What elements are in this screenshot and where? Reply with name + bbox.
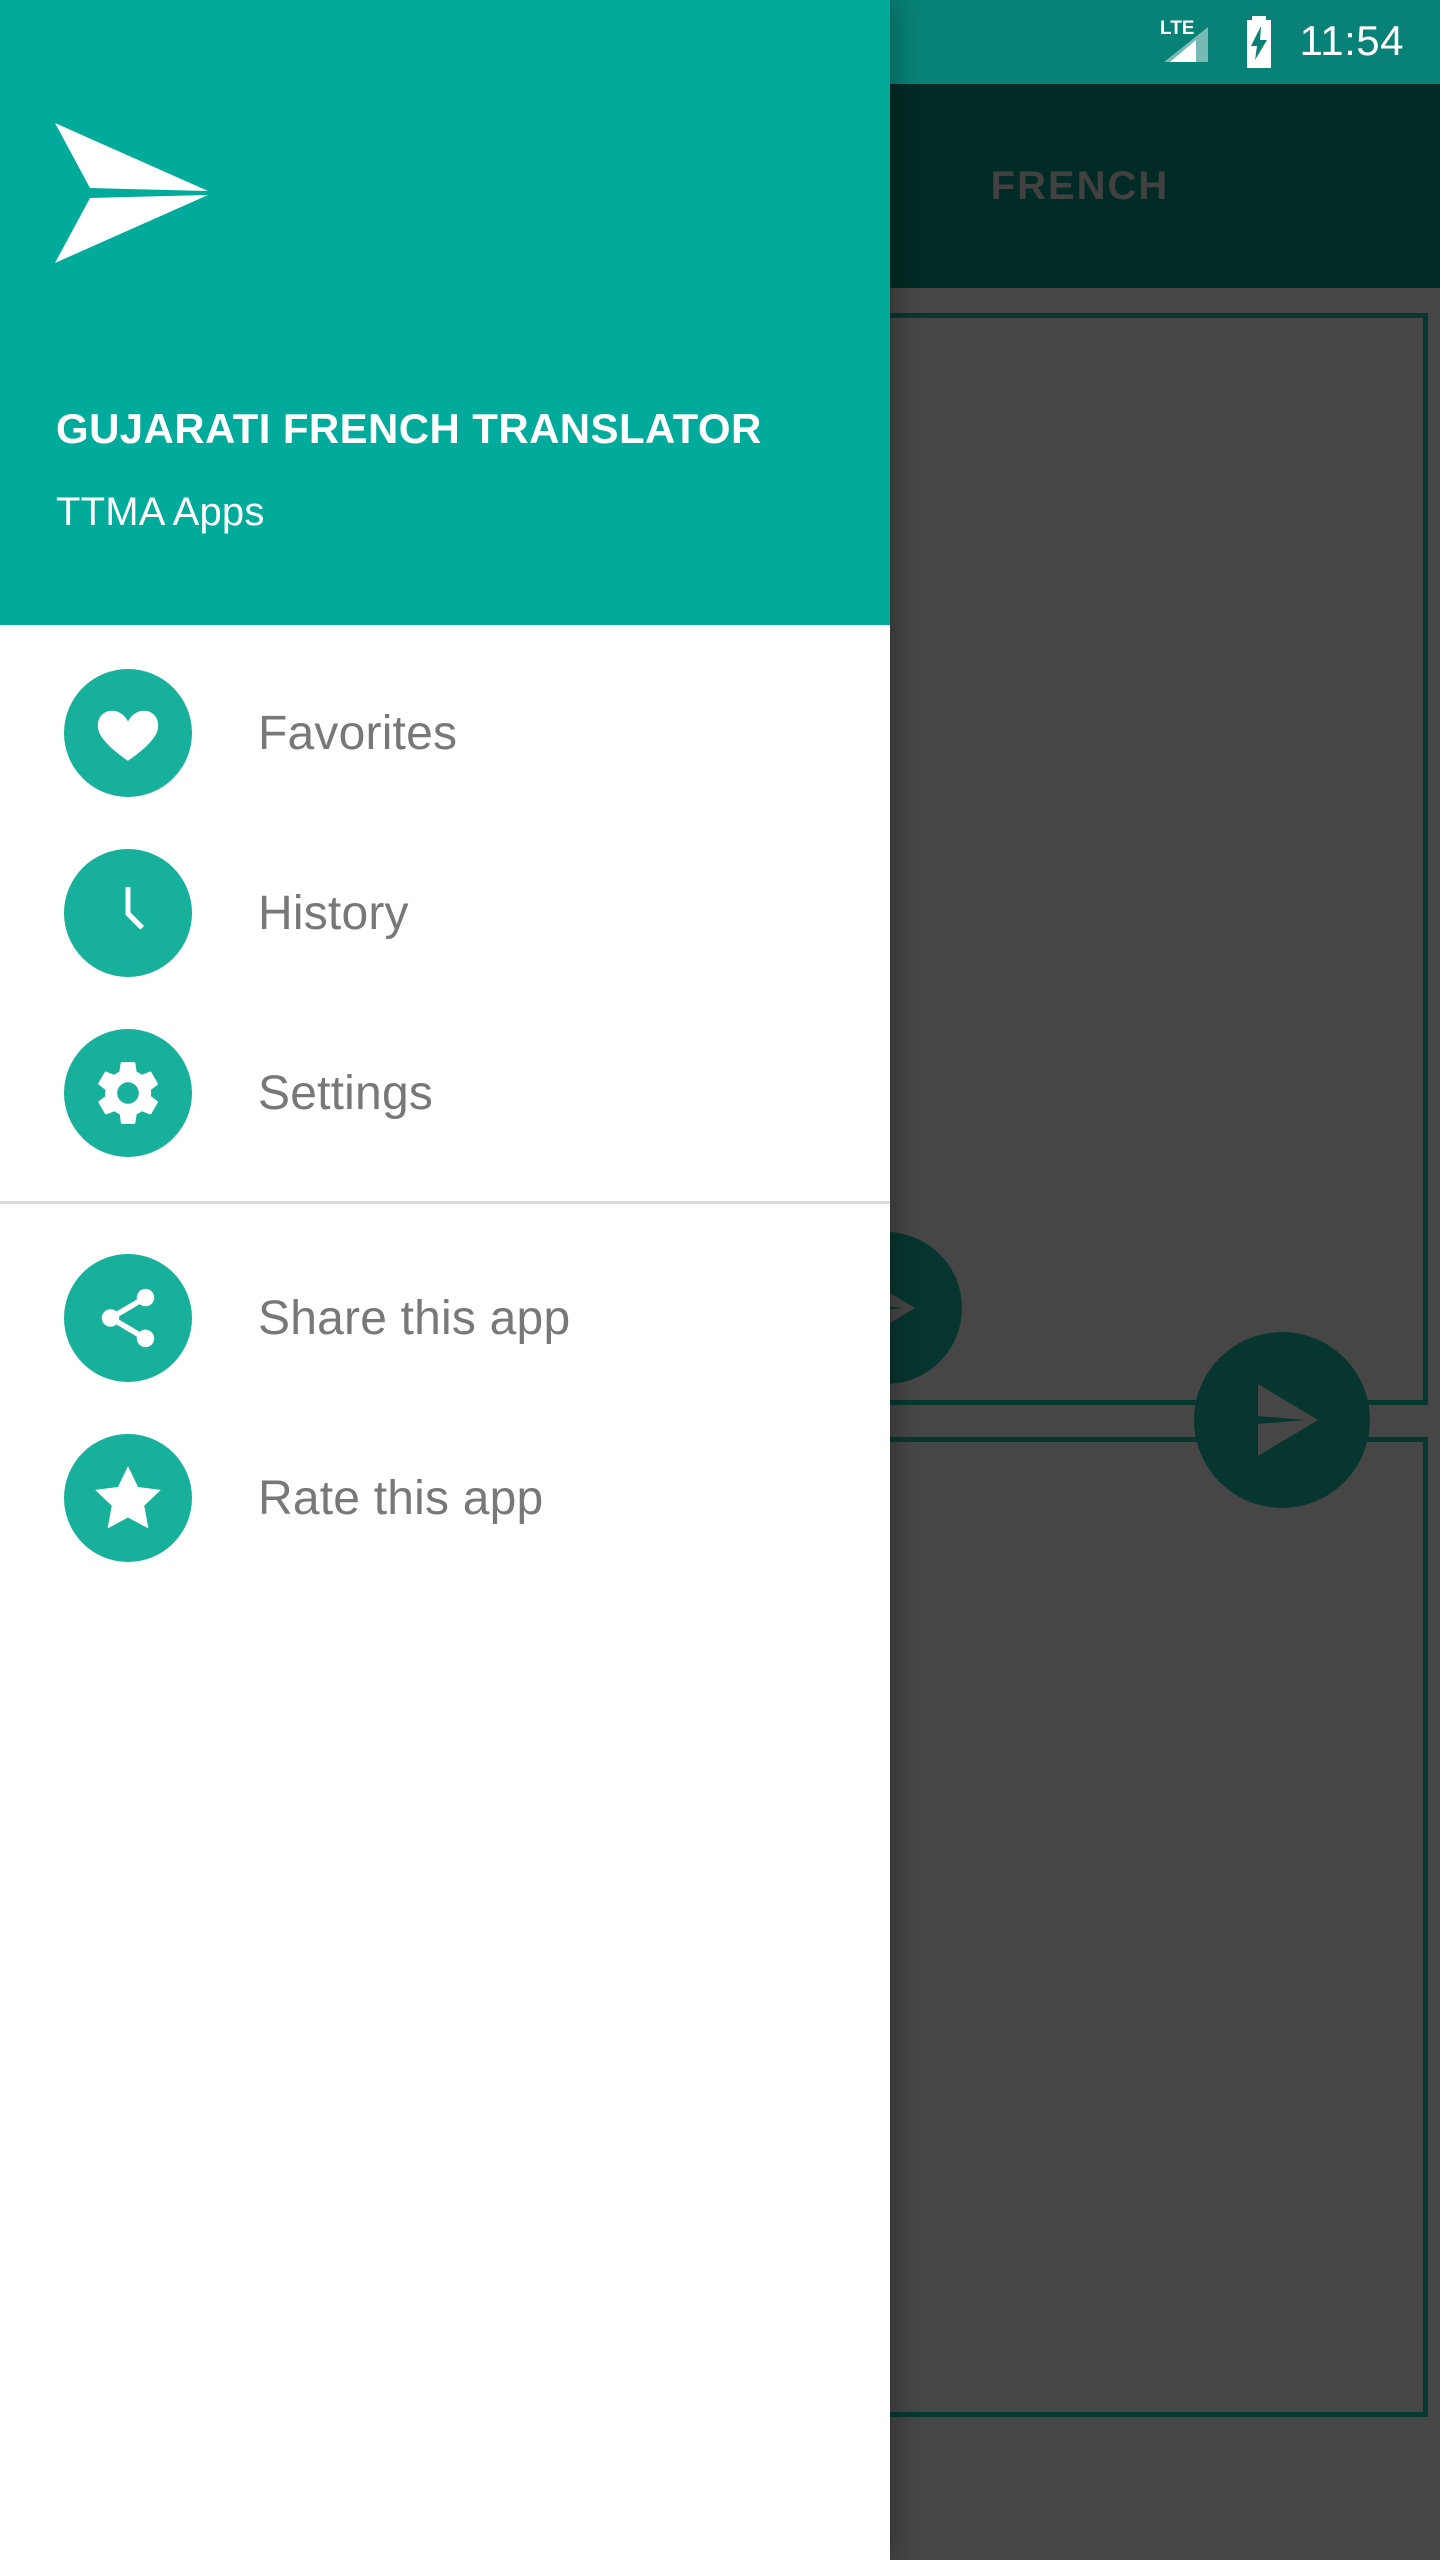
drawer-item-settings[interactable]: Settings [0,1003,890,1183]
paper-plane-logo [55,123,208,263]
drawer-app-title: GUJARATI FRENCH TRANSLATOR [56,405,762,452]
translate-fab[interactable] [1194,1332,1370,1508]
heart-icon [97,710,159,761]
drawer-item-favorites[interactable]: Favorites [0,643,890,823]
clock-icon-circle [64,849,192,977]
drawer-item-label: Favorites [258,706,458,760]
drawer-item-label: Share this app [258,1291,571,1345]
drawer-item-label: Settings [258,1066,434,1120]
navigation-drawer[interactable]: GUJARATI FRENCH TRANSLATOR TTMA Apps Fav… [0,0,890,2560]
drawer-item-share-this-app[interactable]: Share this app [0,1228,890,1408]
svg-text:LTE: LTE [1160,18,1194,39]
star-icon [95,1466,161,1529]
drawer-item-rate-this-app[interactable]: Rate this app [0,1408,890,1588]
battery-charging-icon [1246,16,1271,68]
drawer-app-subtitle: TTMA Apps [56,490,265,534]
signal-bars-icon: LTE [1160,18,1208,62]
share-icon-circle [64,1254,192,1382]
gear-icon [98,1062,158,1124]
drawer-item-label: Rate this app [258,1471,544,1525]
drawer-menu: Favorites History Settings Share this ap… [0,625,890,1588]
clock-icon [125,887,145,930]
drawer-divider [0,1201,890,1204]
status-clock: 11:54 [1299,17,1404,64]
send-icon [1258,1384,1318,1456]
drawer-header: GUJARATI FRENCH TRANSLATOR TTMA Apps [0,0,890,625]
share-icon [101,1288,155,1348]
gear-icon-circle [64,1029,192,1157]
star-icon-circle [64,1434,192,1562]
status-indicators: LTE 11:54 [1158,14,1440,70]
phone-screen: GUJARATI FRENCH [0,0,1440,2560]
drawer-item-history[interactable]: History [0,823,890,1003]
drawer-item-label: History [258,886,409,940]
heart-icon-circle [64,669,192,797]
